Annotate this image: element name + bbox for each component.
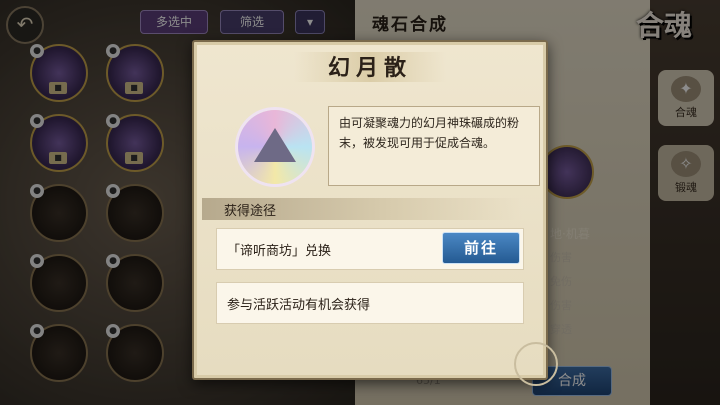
description-box: 由可凝聚魂力的幻月神珠碾成的粉末，被发现可用于促成合魂。 <box>328 106 540 186</box>
powder-item-icon <box>238 110 312 184</box>
powder-pile-icon <box>254 128 296 162</box>
modal-title: 幻月散 <box>327 55 412 81</box>
source-header: 获得途径 <box>202 198 522 220</box>
source-label: 参与活跃活动有机会获得 <box>227 298 371 313</box>
source-header-label: 获得途径 <box>224 204 277 219</box>
item-detail-modal: 幻月散 由可凝聚魂力的幻月神珠碾成的粉末，被发现可用于促成合魂。 获得途径 「谛… <box>192 40 558 386</box>
goto-button[interactable]: 前往 <box>442 232 520 264</box>
corner-ornament <box>514 342 558 386</box>
source-label: 「谛听商坊」兑换 <box>227 244 332 259</box>
source-row: 参与活跃活动有机会获得 <box>216 282 524 324</box>
item-description: 由可凝聚魂力的幻月神珠碾成的粉末，被发现可用于促成合魂。 <box>339 116 520 150</box>
